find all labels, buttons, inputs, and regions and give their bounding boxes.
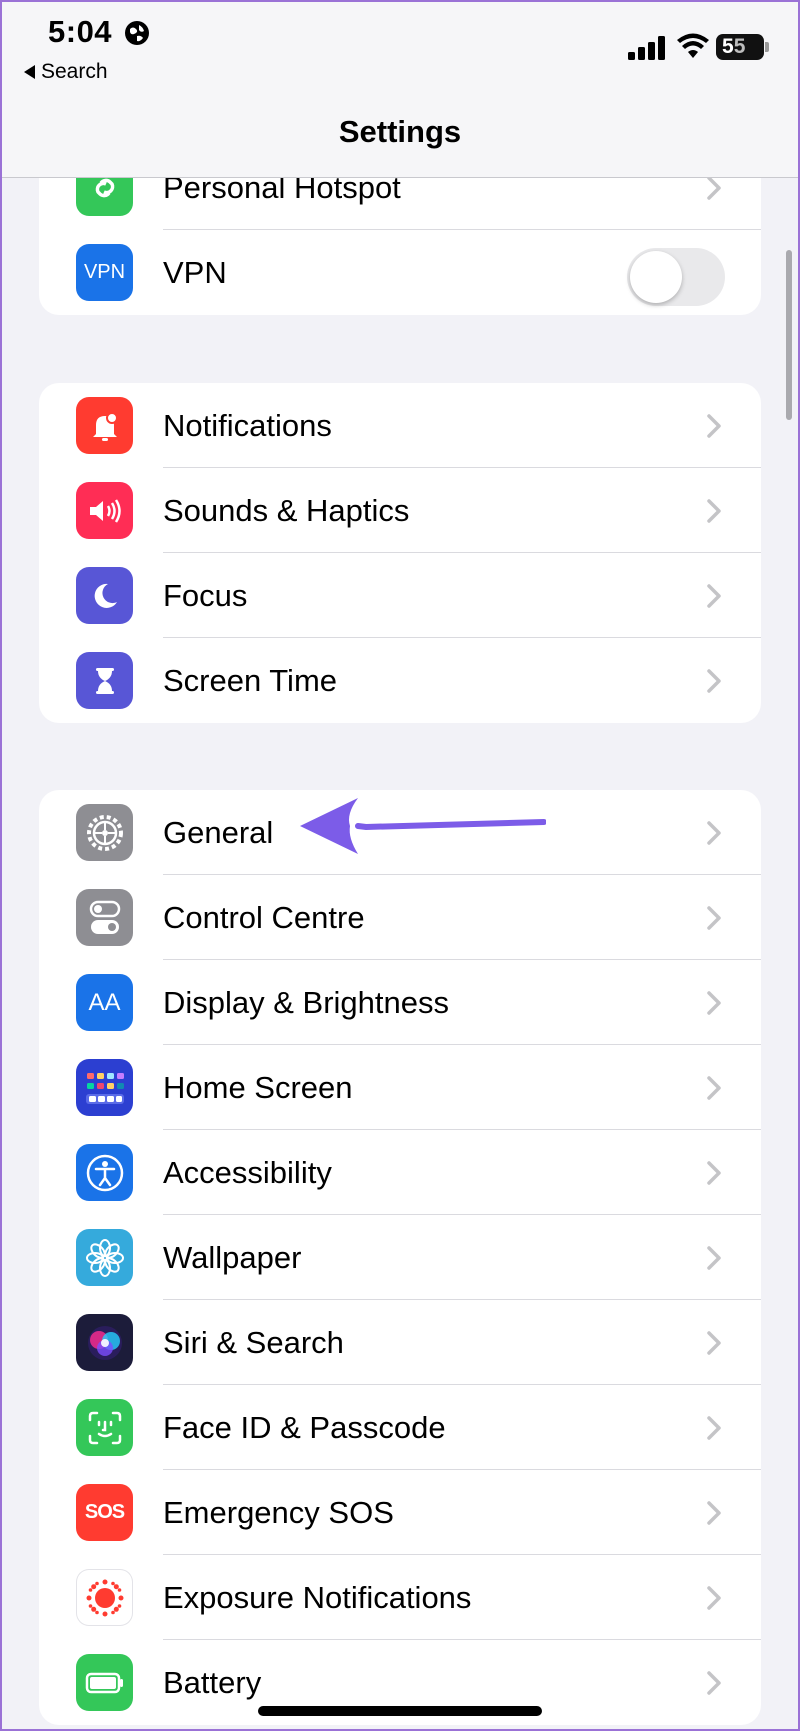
chevron-right-icon	[707, 1586, 721, 1610]
status-time: 5:04	[48, 14, 113, 49]
row-display-brightness[interactable]: AA Display & Brightness	[39, 960, 761, 1045]
vpn-toggle[interactable]	[627, 248, 725, 306]
flower-icon	[76, 1229, 133, 1286]
row-label: Wallpaper	[163, 1240, 302, 1275]
vpn-icon: VPN	[76, 244, 133, 301]
row-label: General	[163, 815, 274, 850]
settings-group-alerts: Notifications Sounds & Haptics Focus Scr…	[39, 383, 761, 723]
row-screen-time[interactable]: Screen Time	[39, 638, 761, 723]
home-grid-icon	[76, 1059, 133, 1116]
accessibility-icon	[76, 1144, 133, 1201]
chevron-right-icon	[707, 1246, 721, 1270]
battery-level-digit: 5	[722, 35, 734, 58]
switches-icon	[76, 889, 133, 946]
row-label: Notifications	[163, 408, 332, 443]
chevron-right-icon	[707, 1076, 721, 1100]
row-emergency-sos[interactable]: SOS Emergency SOS	[39, 1470, 761, 1555]
hourglass-icon	[76, 652, 133, 709]
row-label: Screen Time	[163, 663, 338, 698]
moon-icon	[76, 567, 133, 624]
row-label: Battery	[163, 1665, 262, 1700]
row-home-screen[interactable]: Home Screen	[39, 1045, 761, 1130]
chevron-right-icon	[707, 1671, 721, 1695]
navigation-header: 5:04 Search 55 Settings	[0, 0, 800, 178]
annotation-arrow-icon	[300, 798, 546, 854]
face-id-icon	[76, 1399, 133, 1456]
sos-icon: SOS	[76, 1484, 133, 1541]
row-siri-search[interactable]: Siri & Search	[39, 1300, 761, 1385]
battery-icon	[76, 1654, 133, 1711]
row-label: Emergency SOS	[163, 1495, 394, 1530]
siri-icon	[76, 1314, 133, 1371]
row-wallpaper[interactable]: Wallpaper	[39, 1215, 761, 1300]
row-label: Home Screen	[163, 1070, 353, 1105]
row-label: Siri & Search	[163, 1325, 344, 1360]
row-face-id-passcode[interactable]: Face ID & Passcode	[39, 1385, 761, 1470]
back-label: Search	[41, 60, 108, 83]
row-focus[interactable]: Focus	[39, 553, 761, 638]
chevron-right-icon	[707, 1416, 721, 1440]
scrollbar[interactable]	[786, 250, 792, 420]
row-label: Sounds & Haptics	[163, 493, 410, 528]
chevron-right-icon	[707, 1161, 721, 1185]
chevron-right-icon	[707, 499, 721, 523]
settings-group-device: General Control Centre AA Display & Brig…	[39, 790, 761, 1725]
row-label: Control Centre	[163, 900, 365, 935]
row-label: Focus	[163, 578, 248, 613]
exposure-icon	[76, 1569, 133, 1626]
chevron-right-icon	[707, 1331, 721, 1355]
gear-icon	[76, 804, 133, 861]
wifi-icon	[677, 33, 709, 58]
row-exposure-notifications[interactable]: Exposure Notifications	[39, 1555, 761, 1640]
row-label: Exposure Notifications	[163, 1580, 472, 1615]
chevron-right-icon	[707, 669, 721, 693]
row-notifications[interactable]: Notifications	[39, 383, 761, 468]
chevron-right-icon	[707, 991, 721, 1015]
row-label: VPN	[163, 255, 227, 290]
chevron-right-icon	[707, 584, 721, 608]
chevron-right-icon	[707, 414, 721, 438]
chevron-right-icon	[707, 1501, 721, 1525]
row-label: Accessibility	[163, 1155, 332, 1190]
row-accessibility[interactable]: Accessibility	[39, 1130, 761, 1215]
globe-icon	[125, 21, 149, 45]
speaker-icon	[76, 482, 133, 539]
back-to-search-button[interactable]: Search	[24, 60, 108, 84]
chevron-right-icon	[707, 821, 721, 845]
cellular-signal-icon	[628, 36, 665, 60]
battery-level-digit-faded: 5	[733, 35, 746, 58]
row-vpn[interactable]: VPN VPN	[39, 230, 761, 315]
row-label: Display & Brightness	[163, 985, 450, 1020]
text-size-icon: AA	[76, 974, 133, 1031]
row-sounds-haptics[interactable]: Sounds & Haptics	[39, 468, 761, 553]
back-triangle-icon	[24, 65, 35, 79]
chevron-right-icon	[707, 906, 721, 930]
bell-icon	[76, 397, 133, 454]
home-indicator[interactable]	[258, 1706, 542, 1716]
battery-status-icon: 55	[716, 34, 769, 60]
page-title: Settings	[338, 114, 462, 149]
row-label: Face ID & Passcode	[163, 1410, 446, 1445]
row-control-centre[interactable]: Control Centre	[39, 875, 761, 960]
